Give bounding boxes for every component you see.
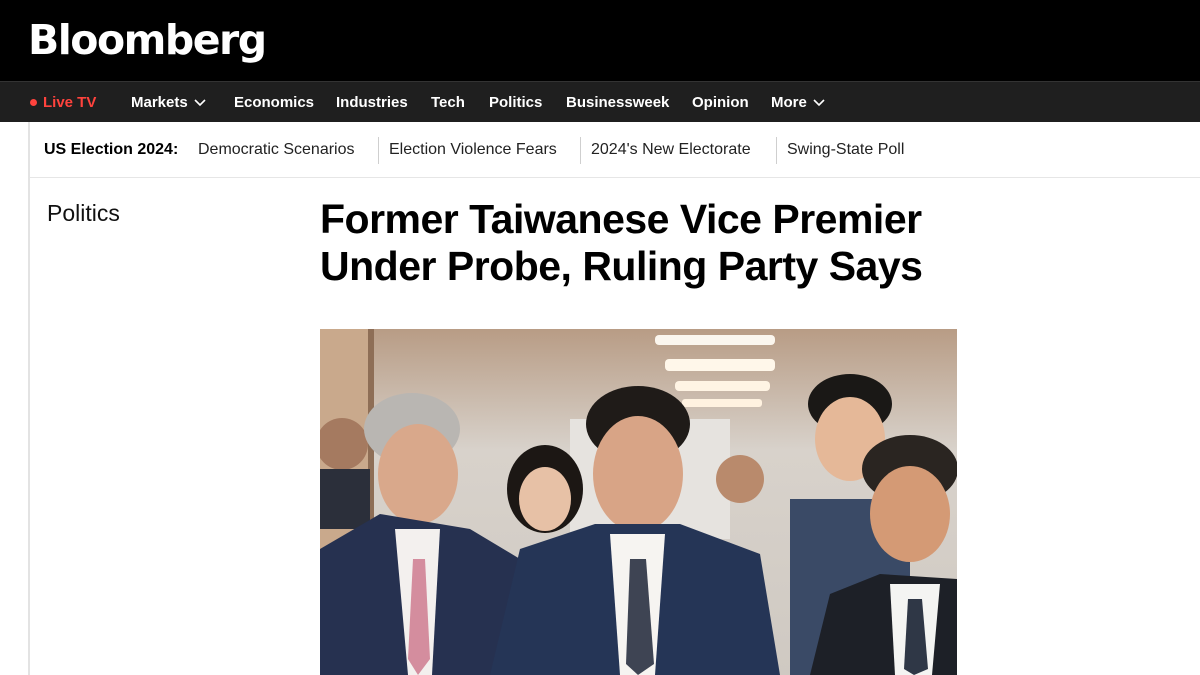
subnav-divider [580, 137, 581, 164]
election-subnav: US Election 2024: Democratic Scenarios E… [30, 122, 1200, 178]
nav-opinion-label: Opinion [692, 94, 749, 111]
nav-tech-label: Tech [431, 94, 465, 111]
nav-industries-label: Industries [336, 94, 408, 111]
article-photo [320, 329, 957, 675]
subnav-link-democratic-scenarios[interactable]: Democratic Scenarios [198, 122, 355, 178]
nav-opinion[interactable]: Opinion [692, 82, 749, 123]
nav-businessweek[interactable]: Businessweek [566, 82, 669, 123]
main-nav: Live TV Markets Economics Industries Tec… [0, 81, 1200, 122]
subnav-link-new-electorate[interactable]: 2024's New Electorate [591, 122, 751, 178]
left-rail-divider [28, 122, 30, 675]
subnav-link-election-violence-fears[interactable]: Election Violence Fears [389, 122, 557, 178]
live-dot-icon [30, 99, 37, 106]
bloomberg-logo[interactable]: Bloomberg [28, 14, 267, 66]
nav-economics[interactable]: Economics [234, 82, 314, 123]
top-bar: Bloomberg [0, 0, 1200, 81]
headline-line-1: Former Taiwanese Vice Premier [320, 196, 922, 242]
section-label[interactable]: Politics [47, 200, 120, 227]
nav-tech[interactable]: Tech [431, 82, 465, 123]
nav-more[interactable]: More [771, 82, 825, 123]
nav-businessweek-label: Businessweek [566, 94, 670, 111]
headline-line-2: Under Probe, Ruling Party Says [320, 243, 923, 289]
nav-politics[interactable]: Politics [489, 82, 542, 123]
subnav-divider [776, 137, 777, 164]
nav-live-tv-label: Live TV [43, 94, 97, 111]
chevron-down-icon [813, 98, 825, 107]
nav-more-label: More [771, 94, 807, 111]
chevron-down-icon [194, 98, 206, 107]
nav-live-tv[interactable]: Live TV [30, 82, 96, 123]
subnav-link-swing-state-poll[interactable]: Swing-State Poll [787, 122, 904, 178]
nav-markets-label: Markets [131, 94, 188, 111]
subnav-title: US Election 2024: [44, 141, 179, 158]
nav-politics-label: Politics [489, 94, 543, 111]
nav-markets[interactable]: Markets [131, 82, 206, 123]
subnav-divider [378, 137, 379, 164]
nav-industries[interactable]: Industries [336, 82, 408, 123]
article-headline: Former Taiwanese Vice Premier Under Prob… [320, 196, 1040, 290]
nav-economics-label: Economics [234, 94, 315, 111]
